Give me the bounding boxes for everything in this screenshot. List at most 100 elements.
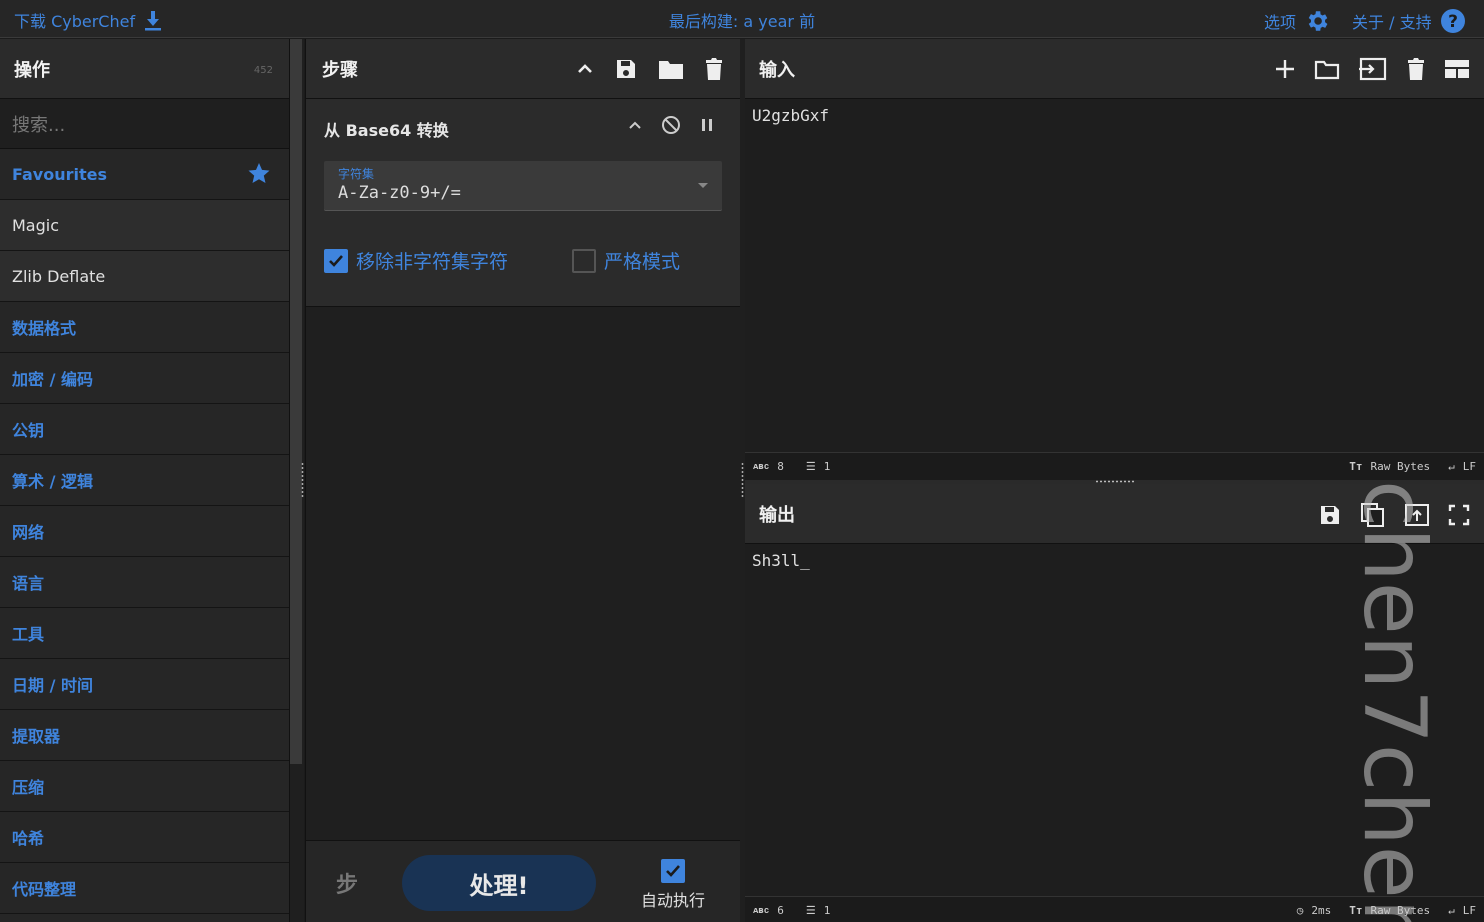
operations-scrollbar[interactable] bbox=[290, 39, 302, 764]
category-label: 压缩 bbox=[12, 778, 45, 797]
operation-item[interactable]: Zlib Deflate bbox=[0, 251, 289, 302]
input-encoding[interactable]: Raw Bytes bbox=[1371, 460, 1431, 473]
input-lines: 1 bbox=[823, 460, 831, 473]
output-eol[interactable]: LF bbox=[1463, 904, 1476, 917]
category-item[interactable]: 公钥 bbox=[0, 404, 289, 455]
search-input[interactable]: 搜索... bbox=[0, 99, 289, 149]
remove-nonalpha-label: 移除非字符集字符 bbox=[356, 251, 509, 273]
category-item[interactable]: 网络 bbox=[0, 506, 289, 557]
output-panel: 输出 Sh3ll_ ᴀʙᴄ 6 ☰ 1 ◷ 2ms Tт Raw Bytes ↵… bbox=[745, 484, 1484, 922]
output-title: 输出 bbox=[759, 504, 795, 526]
alphabet-label: 字符集 bbox=[338, 167, 375, 181]
output-text[interactable]: Sh3ll_ bbox=[752, 551, 810, 570]
open-file-icon[interactable] bbox=[1358, 57, 1388, 86]
input-eol[interactable]: LF bbox=[1463, 460, 1476, 473]
output-time: 2ms bbox=[1311, 904, 1332, 917]
category-item[interactable]: 代码整理 bbox=[0, 863, 289, 914]
disable-icon[interactable] bbox=[661, 115, 681, 139]
category-label: 网络 bbox=[12, 523, 45, 542]
operations-panel: 操作 452 搜索... Favourites Magic Zlib Defla… bbox=[0, 39, 290, 922]
help-icon: ? bbox=[1440, 8, 1466, 34]
recipe-panel: 步骤 从 Base64 转换 字符集 A-Za-z0-9+/= 移除非字符集字符… bbox=[305, 39, 741, 922]
recipe-controls: 步 处理! 自动执行 bbox=[306, 840, 741, 922]
pause-icon[interactable] bbox=[699, 117, 715, 137]
layout-icon[interactable] bbox=[1444, 59, 1470, 84]
add-tab-icon[interactable] bbox=[1274, 58, 1296, 85]
resize-handle[interactable] bbox=[301, 462, 304, 498]
category-label: 数据格式 bbox=[12, 319, 77, 338]
input-panel: 输入 U2gzbGxf ᴀʙᴄ 8 ☰ 1 Tт Raw Bytes ↵ LF bbox=[745, 39, 1484, 480]
return-icon: ↵ bbox=[1448, 904, 1455, 917]
output-length: 6 bbox=[777, 904, 784, 917]
category-item[interactable]: 提取器 bbox=[0, 710, 289, 761]
output-lines: 1 bbox=[823, 904, 831, 917]
output-encoding[interactable]: Raw Bytes bbox=[1371, 904, 1431, 917]
category-item[interactable]: 数据格式 bbox=[0, 302, 289, 353]
maximise-icon[interactable] bbox=[1448, 504, 1470, 531]
alphabet-select[interactable]: 字符集 A-Za-z0-9+/= bbox=[324, 161, 722, 211]
input-status-bar: ᴀʙᴄ 8 ☰ 1 Tт Raw Bytes ↵ LF bbox=[745, 452, 1484, 480]
input-header: 输入 bbox=[745, 39, 1484, 99]
operation-title: 从 Base64 转换 bbox=[324, 121, 449, 140]
top-bar: 下载 CyberChef 最后构建: a year 前 选项 关于 / 支持 ? bbox=[0, 0, 1484, 38]
checkbox-checked-icon[interactable] bbox=[324, 248, 348, 273]
build-label: 最后构建: a year 前 bbox=[668, 12, 816, 31]
recipe-title: 步骤 bbox=[322, 59, 358, 81]
category-item[interactable]: 哈希 bbox=[0, 812, 289, 863]
category-item[interactable]: 加密 / 编码 bbox=[0, 353, 289, 404]
category-item[interactable]: 工具 bbox=[0, 608, 289, 659]
strict-mode-checkbox[interactable]: 严格模式 bbox=[572, 247, 680, 274]
options-label: 选项 bbox=[1264, 13, 1297, 32]
copy-icon[interactable] bbox=[1360, 502, 1386, 533]
operation-item[interactable]: Magic bbox=[0, 200, 289, 251]
trash-icon[interactable] bbox=[704, 57, 724, 86]
category-label: 公钥 bbox=[12, 421, 45, 440]
input-text[interactable]: U2gzbGxf bbox=[752, 106, 829, 125]
chevron-up-icon[interactable] bbox=[576, 60, 594, 83]
autobake-label: 自动执行 bbox=[640, 891, 705, 910]
folder-icon[interactable] bbox=[658, 58, 684, 85]
svg-text:?: ? bbox=[1448, 12, 1458, 32]
bake-button[interactable]: 处理! bbox=[402, 855, 596, 911]
options-button[interactable]: 选项 bbox=[1264, 8, 1330, 34]
output-status-bar: ᴀʙᴄ 6 ☰ 1 ◷ 2ms Tт Raw Bytes ↵ LF bbox=[745, 896, 1484, 922]
return-icon: ↵ bbox=[1448, 460, 1455, 473]
about-button[interactable]: 关于 / 支持 ? bbox=[1352, 8, 1466, 34]
autobake-toggle[interactable]: 自动执行 bbox=[636, 859, 710, 911]
strict-mode-label: 严格模式 bbox=[604, 251, 681, 273]
chevron-up-icon[interactable] bbox=[627, 117, 643, 137]
output-header: 输出 bbox=[745, 484, 1484, 544]
length-icon: ᴀʙᴄ bbox=[753, 905, 770, 916]
checkbox-unchecked-icon[interactable] bbox=[572, 248, 596, 273]
open-folder-icon[interactable] bbox=[1314, 58, 1340, 85]
step-button[interactable]: 步 bbox=[336, 867, 358, 899]
operations-count: 452 bbox=[253, 65, 273, 76]
trash-icon[interactable] bbox=[1406, 57, 1426, 86]
remove-nonalpha-checkbox[interactable]: 移除非字符集字符 bbox=[324, 247, 508, 274]
category-item[interactable]: 语言 bbox=[0, 557, 289, 608]
category-label: 工具 bbox=[12, 625, 45, 644]
category-item[interactable]: 日期 / 时间 bbox=[0, 659, 289, 710]
lines-icon: ☰ bbox=[805, 904, 816, 917]
save-icon[interactable] bbox=[1318, 503, 1342, 532]
dropdown-caret-icon bbox=[698, 183, 708, 188]
lines-icon: ☰ bbox=[805, 460, 816, 473]
category-item[interactable]: 算术 / 逻辑 bbox=[0, 455, 289, 506]
resize-handle[interactable] bbox=[741, 462, 744, 498]
category-label: 哈希 bbox=[12, 829, 45, 848]
font-icon: Tт bbox=[1349, 904, 1363, 917]
replace-input-icon[interactable] bbox=[1404, 503, 1430, 532]
star-icon[interactable] bbox=[247, 161, 271, 189]
favourites-label: Favourites bbox=[12, 164, 107, 184]
recipe-header: 步骤 bbox=[306, 39, 740, 99]
operation-label: Zlib Deflate bbox=[12, 266, 106, 286]
favourites-category[interactable]: Favourites bbox=[0, 149, 289, 200]
category-label: 语言 bbox=[12, 574, 45, 593]
checkbox-checked-icon[interactable] bbox=[661, 859, 685, 883]
save-icon[interactable] bbox=[614, 57, 638, 86]
operations-header: 操作 452 bbox=[0, 39, 289, 99]
category-item[interactable]: 压缩 bbox=[0, 761, 289, 812]
clock-icon: ◷ bbox=[1296, 904, 1304, 917]
build-info: 最后构建: a year 前 bbox=[0, 8, 1484, 32]
resize-handle[interactable] bbox=[1095, 480, 1135, 483]
